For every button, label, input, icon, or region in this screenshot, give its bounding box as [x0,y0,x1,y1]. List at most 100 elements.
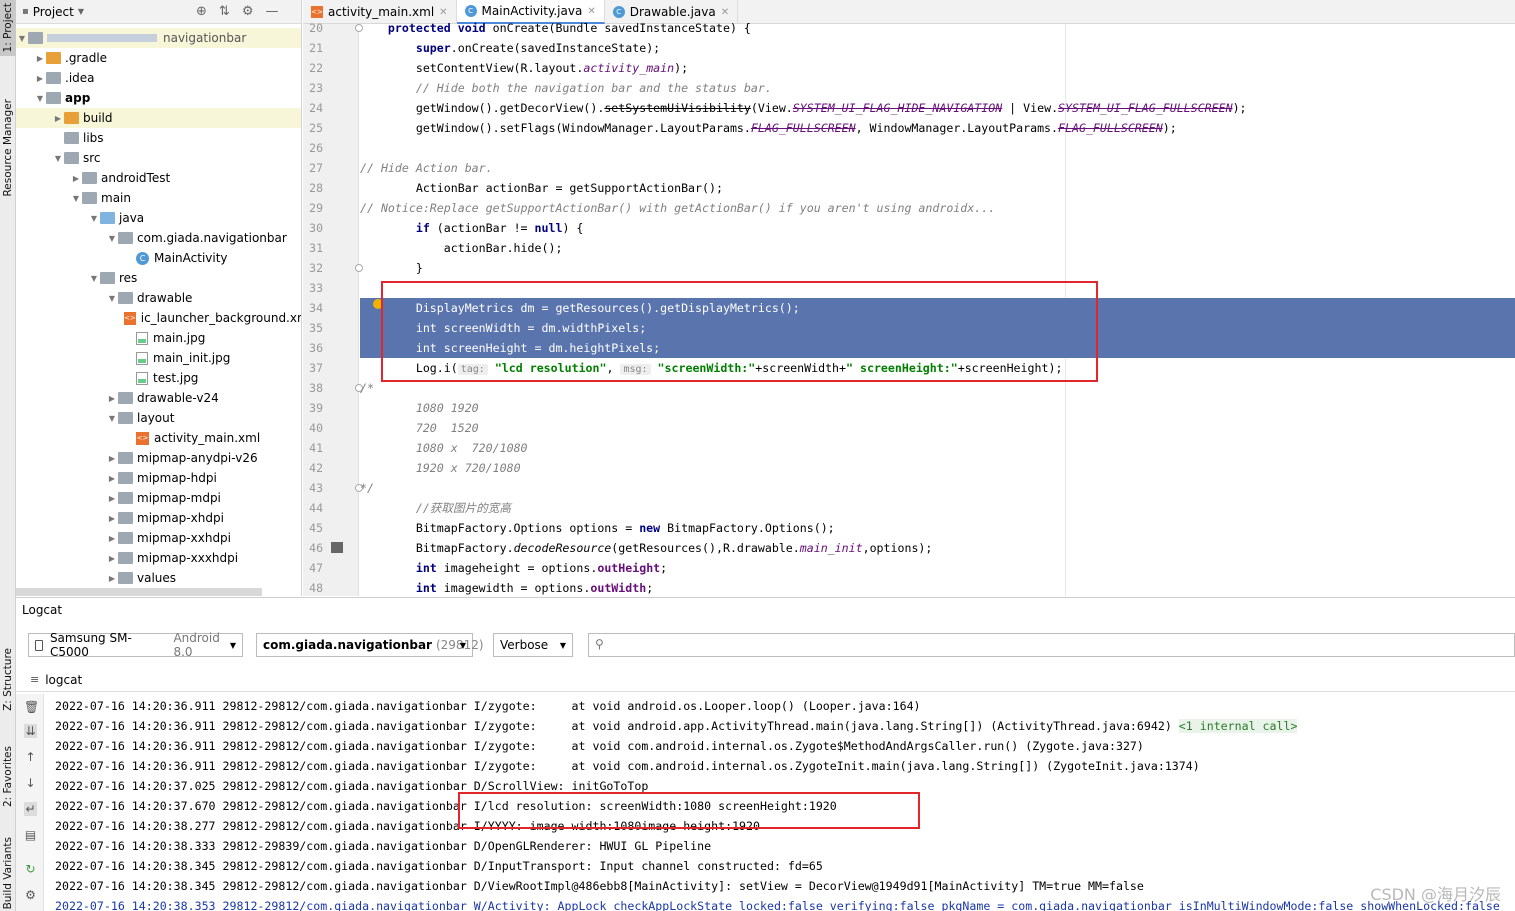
horizontal-scrollbar[interactable] [16,588,262,596]
log-line[interactable]: 2022-07-16 14:20:38.353 29812-29812/com.… [55,896,1515,911]
tree-item[interactable]: ▼ com.giada.navigationbar [16,228,301,248]
tree-item[interactable]: ▼ app [16,88,301,108]
tab-favorites[interactable]: 2: Favorites [0,736,16,816]
log-line[interactable]: 2022-07-16 14:20:36.911 29812-29812/com.… [55,696,1515,716]
chevron-right-icon[interactable]: ▶ [106,394,118,403]
tree-item[interactable]: ▶ .idea [16,68,301,88]
tree-item[interactable]: <> ic_launcher_background.xml [16,308,301,328]
tab-structure[interactable]: Z: Structure [0,640,16,718]
code-line[interactable]: if (actionBar != null) { [360,218,1515,238]
tree-item[interactable]: ▶ mipmap-xhdpi [16,508,301,528]
log-level-select[interactable]: Verbose ▼ [493,633,573,657]
collapse-all-icon[interactable]: ⇅ [219,4,230,19]
gear-icon[interactable]: ⚙ [24,888,37,902]
chevron-right-icon[interactable]: ▶ [106,474,118,483]
code-line[interactable]: } [360,258,1515,278]
code-line[interactable]: super.onCreate(savedInstanceState); [360,38,1515,58]
gear-icon[interactable]: ⚙ [242,4,254,19]
tab-resource-manager[interactable]: Resource Manager [0,92,16,204]
chevron-right-icon[interactable]: ▶ [34,54,46,63]
chevron-down-icon[interactable]: ▼ [88,274,100,283]
down-arrow-icon[interactable]: ↓ [24,776,37,790]
code-line[interactable]: getWindow().setFlags(WindowManager.Layou… [360,118,1515,138]
tree-item[interactable]: ▶ build [16,108,301,128]
log-line[interactable]: 2022-07-16 14:20:36.911 29812-29812/com.… [55,716,1515,736]
logcat-subtab[interactable]: ≡ logcat [16,668,1515,692]
tree-item[interactable]: test.jpg [16,368,301,388]
code-line[interactable]: actionBar.hide(); [360,238,1515,258]
tree-root-row[interactable]: ▼ navigationbar [16,28,301,48]
tab-build-variants[interactable]: Build Variants [0,836,16,911]
chevron-down-icon[interactable]: ▼ [70,194,82,203]
code-line[interactable]: 1920 x 720/1080 [360,458,1515,478]
close-icon[interactable]: ✕ [439,7,447,18]
code-line[interactable]: //获取图片的宽高 [360,498,1515,518]
tree-item[interactable]: main_init.jpg [16,348,301,368]
tree-item[interactable]: ▶ drawable-v24 [16,388,301,408]
chevron-right-icon[interactable]: ▶ [106,554,118,563]
code-line[interactable]: ActionBar actionBar = getSupportActionBa… [360,178,1515,198]
tree-item[interactable]: main.jpg [16,328,301,348]
locate-icon[interactable]: ⊕ [196,4,207,19]
chevron-right-icon[interactable]: ▶ [70,174,82,183]
code-line[interactable]: BitmapFactory.Options options = new Bitm… [360,518,1515,538]
chevron-right-icon[interactable]: ▶ [106,574,118,583]
tree-item[interactable]: ▶ values [16,568,301,588]
chevron-down-icon[interactable]: ▼ [88,214,100,223]
tree-item[interactable]: ▼ layout [16,408,301,428]
code-line[interactable]: // Hide Action bar. [360,158,1515,178]
tree-item[interactable]: ▼ java [16,208,301,228]
trash-icon[interactable]: 🗑 [24,700,39,714]
restart-icon[interactable]: ↻ [24,862,37,876]
chevron-right-icon[interactable]: ▶ [106,534,118,543]
tree-item[interactable]: ▼ main [16,188,301,208]
chevron-right-icon[interactable]: ▶ [34,74,46,83]
chevron-down-icon[interactable]: ▼ [16,34,28,43]
tree-item[interactable]: ▶ mipmap-anydpi-v26 [16,448,301,468]
log-line[interactable]: 2022-07-16 14:20:36.911 29812-29812/com.… [55,736,1515,756]
tree-item[interactable]: ▼ src [16,148,301,168]
tree-item[interactable]: ▶ .gradle [16,48,301,68]
minimize-icon[interactable]: — [265,4,278,19]
code-line[interactable]: 1080 x 720/1080 [360,438,1515,458]
chevron-down-icon[interactable]: ▼ [106,414,118,423]
tree-item[interactable]: ▶ androidTest [16,168,301,188]
logcat-search-input[interactable]: ⚲ [588,633,1515,657]
code-line[interactable]: */ [360,478,1515,498]
tree-item[interactable]: ▼ drawable [16,288,301,308]
tree-item[interactable]: ▶ mipmap-mdpi [16,488,301,508]
tree-item[interactable]: ▶ mipmap-hdpi [16,468,301,488]
chevron-right-icon[interactable]: ▶ [106,454,118,463]
code-line[interactable]: 720 1520 [360,418,1515,438]
code-line[interactable]: setContentView(R.layout.activity_main); [360,58,1515,78]
code-line[interactable]: protected void onCreate(Bundle savedInst… [360,18,1515,38]
tree-item[interactable]: ▶ mipmap-xxhdpi [16,528,301,548]
image-preview-icon[interactable] [331,542,343,553]
tree-item[interactable]: C MainActivity [16,248,301,268]
close-icon[interactable]: ✕ [721,7,729,18]
chevron-down-icon[interactable]: ▼ [34,94,46,103]
process-select[interactable]: com.giada.navigationbar (29812) ▼ [256,633,484,657]
chevron-right-icon[interactable]: ▶ [52,114,64,123]
chevron-right-icon[interactable]: ▶ [106,494,118,503]
chevron-down-icon[interactable]: ▼ [52,154,64,163]
log-line[interactable]: 2022-07-16 14:20:38.345 29812-29812/com.… [55,876,1515,896]
code-line[interactable]: // Hide both the navigation bar and the … [360,78,1515,98]
log-line[interactable]: 2022-07-16 14:20:38.333 29812-29839/com.… [55,836,1515,856]
soft-wrap-icon[interactable]: ↵ [24,802,37,816]
up-arrow-icon[interactable]: ↑ [24,750,37,764]
code-line[interactable]: BitmapFactory.decodeResource(getResource… [360,538,1515,558]
print-icon[interactable]: ▤ [24,828,37,842]
internal-call-link[interactable]: <1 internal call> [1178,719,1298,733]
code-line[interactable]: // Notice:Replace getSupportActionBar() … [360,198,1515,218]
log-line[interactable]: 2022-07-16 14:20:36.911 29812-29812/com.… [55,756,1515,776]
chevron-down-icon[interactable]: ▼ [106,294,118,303]
code-line[interactable]: int imageheight = options.outHeight; [360,558,1515,578]
scroll-to-end-icon[interactable]: ⇊ [24,724,37,738]
tree-item[interactable]: <> activity_main.xml [16,428,301,448]
code-line[interactable] [360,138,1515,158]
project-panel-title[interactable]: Project [33,5,74,19]
tree-item[interactable]: libs [16,128,301,148]
tab-project-tool[interactable]: 1: Project [0,0,16,56]
tree-item[interactable]: ▼ res [16,268,301,288]
